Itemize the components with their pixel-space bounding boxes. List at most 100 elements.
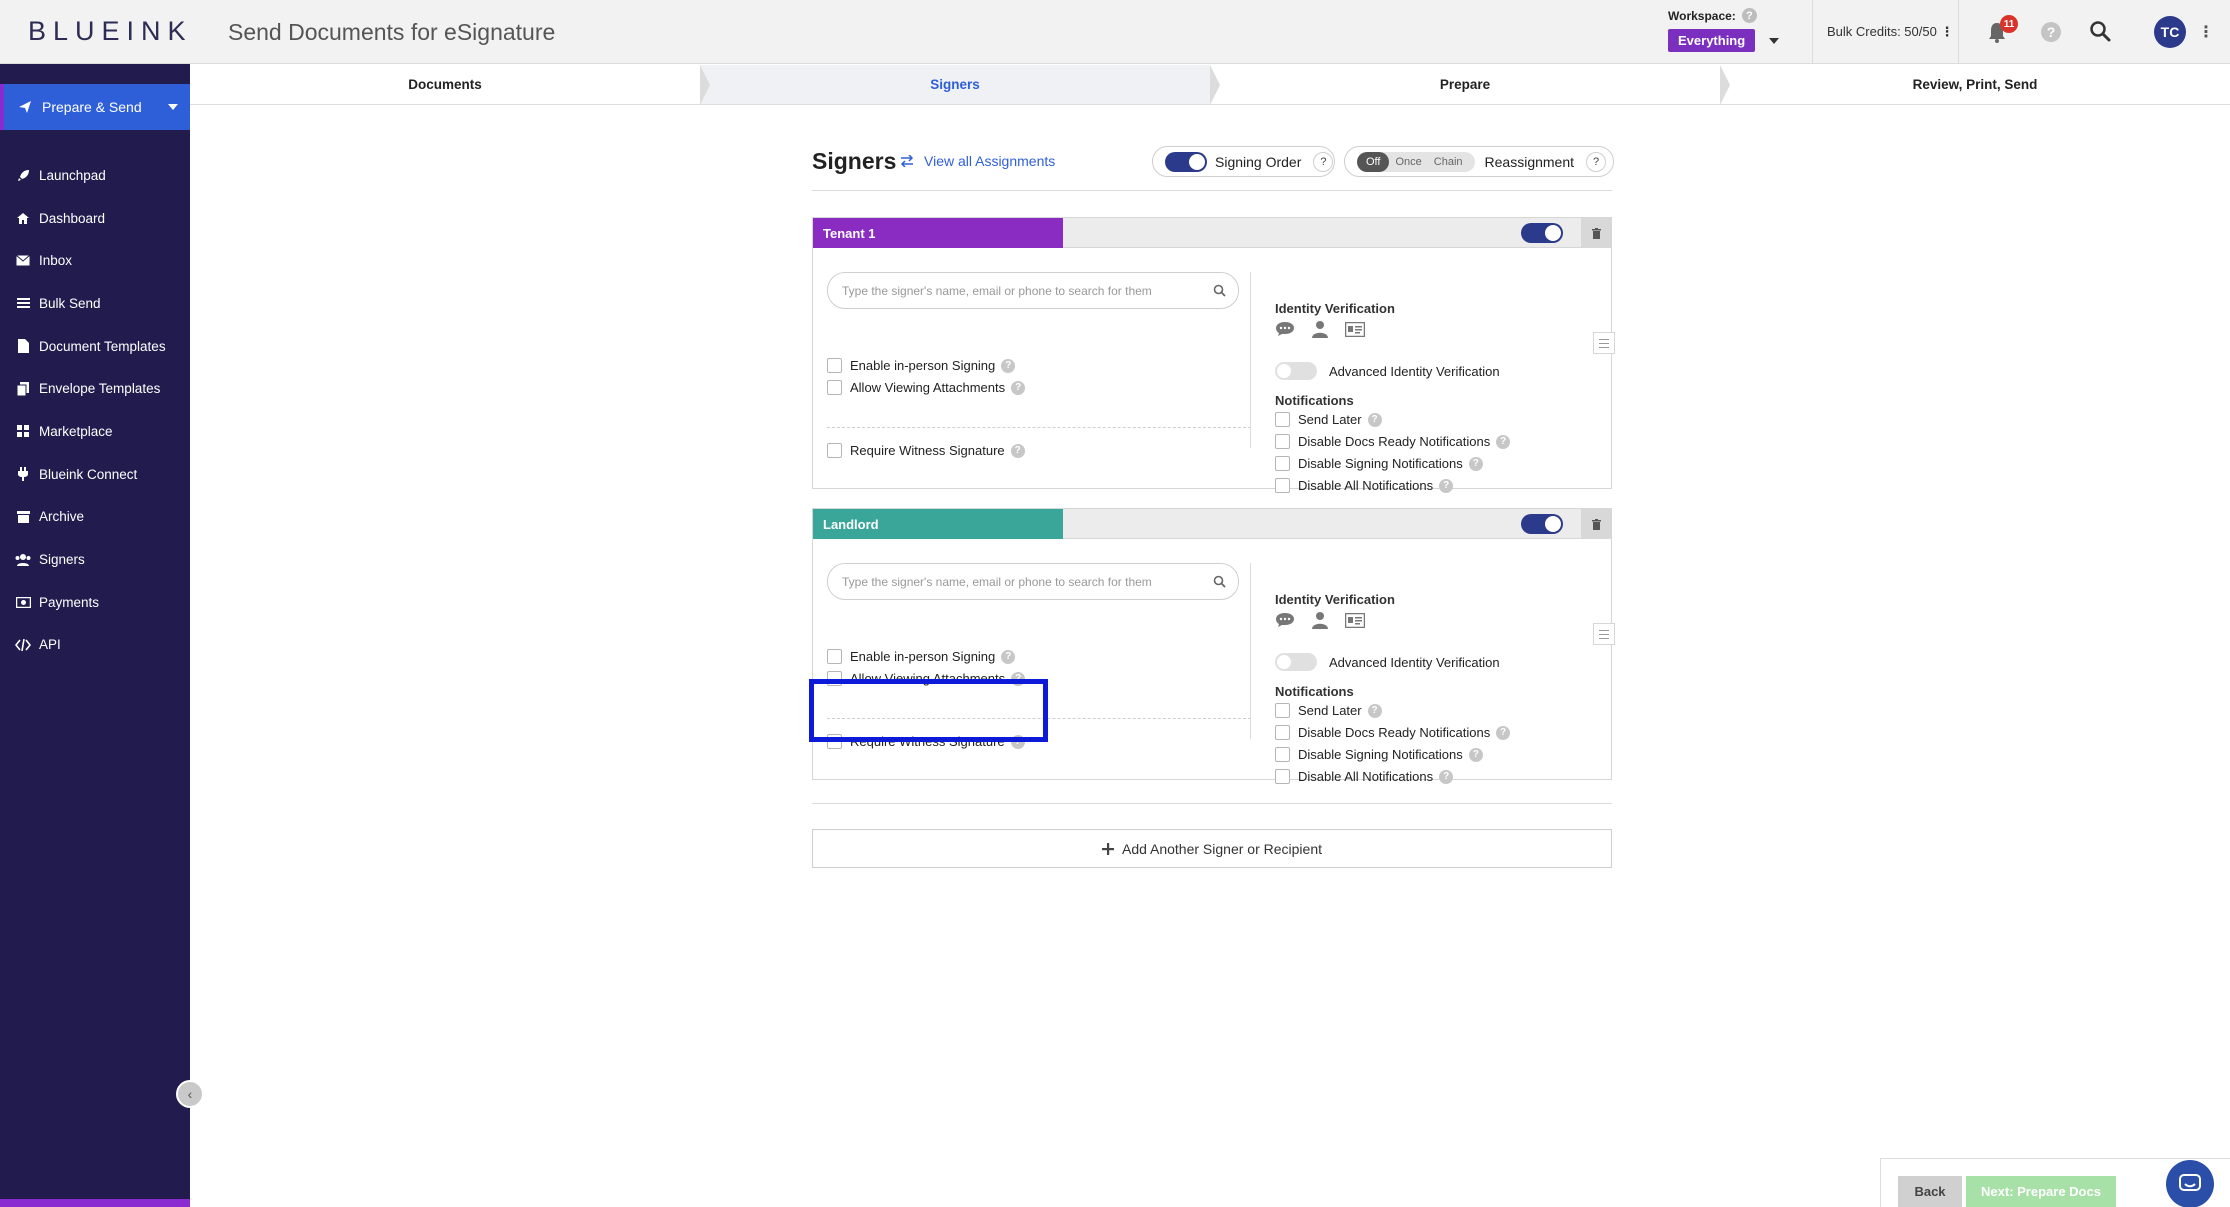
sidebar-item-label: Marketplace bbox=[39, 423, 113, 439]
signer-enabled-toggle[interactable] bbox=[1521, 514, 1563, 534]
disable-docs-ready-checkbox[interactable] bbox=[1275, 434, 1290, 449]
sidebar-item-label: Envelope Templates bbox=[39, 381, 161, 397]
trash-icon[interactable] bbox=[1581, 218, 1611, 248]
signer-search-input[interactable]: Type the signer's name, email or phone t… bbox=[827, 272, 1239, 309]
id-card-icon[interactable] bbox=[1345, 321, 1365, 337]
search-icon[interactable] bbox=[2089, 20, 2111, 42]
sidebar-item-prepare-send[interactable]: Prepare & Send bbox=[0, 84, 190, 130]
sidebar-item-signers[interactable]: Signers bbox=[0, 538, 190, 581]
add-signer-button[interactable]: Add Another Signer or Recipient bbox=[812, 829, 1612, 868]
reassign-option-off[interactable]: Off bbox=[1357, 151, 1390, 172]
signing-order-toggle[interactable] bbox=[1165, 151, 1207, 172]
drag-handle-icon[interactable] bbox=[1593, 332, 1615, 354]
app-header: BLUEINK Send Documents for eSignature Wo… bbox=[0, 0, 2230, 64]
chat-launcher-button[interactable] bbox=[2166, 1160, 2214, 1207]
reassign-option-chain[interactable]: Chain bbox=[1428, 156, 1469, 168]
signing-order-help-icon[interactable]: ? bbox=[1313, 151, 1334, 172]
sidebar-item-bulk-send[interactable]: Bulk Send bbox=[0, 282, 190, 325]
sidebar-item-label: Launchpad bbox=[39, 167, 106, 183]
signer-enabled-toggle[interactable] bbox=[1521, 223, 1563, 243]
sidebar-item-dashboard[interactable]: Dashboard bbox=[0, 197, 190, 240]
blueink-logo[interactable]: BLUEINK bbox=[28, 16, 193, 47]
signing-order-label: Signing Order bbox=[1215, 153, 1302, 170]
sidebar-item-envelope-templates[interactable]: Envelope Templates bbox=[0, 367, 190, 410]
reassignment-help-icon[interactable]: ? bbox=[1586, 151, 1607, 172]
page-title: Send Documents for eSignature bbox=[228, 19, 556, 45]
sms-icon[interactable] bbox=[1275, 321, 1295, 337]
workspace-dropdown[interactable]: Everything bbox=[1668, 29, 1756, 52]
sidebar-item-marketplace[interactable]: Marketplace bbox=[0, 410, 190, 453]
next-prepare-docs-button[interactable]: Next: Prepare Docs bbox=[1966, 1176, 2116, 1207]
reassignment-control: Off Once Chain Reassignment ? bbox=[1344, 146, 1614, 177]
list-icon bbox=[15, 296, 31, 310]
disable-all-checkbox[interactable] bbox=[1275, 769, 1290, 784]
divider bbox=[812, 190, 1612, 191]
sidebar-item-label: Blueink Connect bbox=[39, 466, 138, 482]
drag-handle-icon[interactable] bbox=[1593, 623, 1615, 645]
sms-icon[interactable] bbox=[1275, 612, 1295, 628]
allow-attachments-checkbox[interactable] bbox=[827, 380, 842, 395]
help-icon[interactable]: ? bbox=[1011, 380, 1026, 395]
help-icon[interactable]: ? bbox=[1468, 747, 1483, 762]
help-icon[interactable]: ? bbox=[1468, 456, 1483, 471]
enable-in-person-checkbox[interactable] bbox=[827, 358, 842, 373]
enable-in-person-checkbox[interactable] bbox=[827, 649, 842, 664]
step-documents[interactable]: Documents bbox=[190, 65, 710, 105]
signer-search-input[interactable]: Type the signer's name, email or phone t… bbox=[827, 563, 1239, 600]
chat-icon bbox=[2179, 1174, 2201, 1191]
help-icon[interactable]: ? bbox=[1001, 649, 1016, 664]
sidebar-item-label: Document Templates bbox=[39, 338, 166, 354]
advanced-idv-toggle[interactable] bbox=[1275, 653, 1317, 671]
help-icon[interactable]: ? bbox=[1367, 412, 1382, 427]
workspace-help-icon[interactable]: ? bbox=[1741, 8, 1757, 23]
person-icon[interactable] bbox=[1311, 320, 1329, 338]
person-icon[interactable] bbox=[1311, 611, 1329, 629]
sidebar-item-api[interactable]: API bbox=[0, 624, 190, 667]
avatar[interactable]: TC bbox=[2154, 16, 2186, 48]
bulk-credits[interactable]: Bulk Credits: 50/50 ⋮ bbox=[1827, 24, 1953, 40]
advanced-idv-toggle[interactable] bbox=[1275, 362, 1317, 380]
disable-signing-checkbox[interactable] bbox=[1275, 456, 1290, 471]
help-icon[interactable]: ? bbox=[1496, 434, 1511, 449]
back-button[interactable]: Back bbox=[1898, 1176, 1962, 1207]
sidebar-item-payments[interactable]: Payments bbox=[0, 581, 190, 624]
help-icon[interactable]: ? bbox=[1439, 769, 1454, 784]
collapse-sidebar-button[interactable]: ‹ bbox=[176, 1080, 204, 1108]
sidebar: Prepare & Send Launchpad Dashboard Inbox… bbox=[0, 64, 190, 1207]
sidebar-item-label: API bbox=[39, 637, 61, 653]
disable-all-checkbox[interactable] bbox=[1275, 478, 1290, 493]
sidebar-accent-strip bbox=[0, 1199, 190, 1207]
id-card-icon[interactable] bbox=[1345, 612, 1365, 628]
enable-in-person-row: Enable in-person Signing ? bbox=[827, 358, 1016, 373]
step-review-print-send[interactable]: Review, Print, Send bbox=[1720, 65, 2230, 104]
help-icon[interactable]: ? bbox=[1010, 443, 1025, 458]
step-prepare[interactable]: Prepare bbox=[1210, 65, 1730, 105]
workspace-selector: Workspace: ? Everything bbox=[1668, 8, 1780, 52]
chevron-down-icon[interactable] bbox=[1769, 37, 1780, 44]
trash-icon[interactable] bbox=[1581, 509, 1611, 539]
sidebar-nav: Launchpad Dashboard Inbox Bulk Send Docu… bbox=[0, 154, 190, 666]
help-icon[interactable]: ? bbox=[1367, 703, 1382, 718]
sidebar-item-document-templates[interactable]: Document Templates bbox=[0, 325, 190, 368]
sidebar-item-archive[interactable]: Archive bbox=[0, 496, 190, 539]
require-witness-checkbox[interactable] bbox=[827, 443, 842, 458]
notification-count-badge: 11 bbox=[2000, 15, 2018, 33]
disable-signing-checkbox[interactable] bbox=[1275, 747, 1290, 762]
send-later-checkbox[interactable] bbox=[1275, 703, 1290, 718]
sidebar-item-launchpad[interactable]: Launchpad bbox=[0, 154, 190, 197]
send-later-checkbox[interactable] bbox=[1275, 412, 1290, 427]
send-later-row: Send Later ? bbox=[1275, 412, 1382, 427]
help-icon[interactable]: ? bbox=[2041, 22, 2061, 42]
help-icon[interactable]: ? bbox=[1439, 478, 1454, 493]
help-icon[interactable]: ? bbox=[1001, 358, 1016, 373]
sidebar-item-inbox[interactable]: Inbox bbox=[0, 239, 190, 282]
more-options-icon[interactable]: ⋮ bbox=[2198, 22, 2214, 42]
view-all-assignments-link[interactable]: View all Assignments bbox=[900, 153, 1055, 169]
help-icon[interactable]: ? bbox=[1496, 725, 1511, 740]
step-signers[interactable]: Signers bbox=[700, 65, 1220, 105]
sidebar-item-blueink-connect[interactable]: Blueink Connect bbox=[0, 453, 190, 496]
reassign-option-once[interactable]: Once bbox=[1389, 156, 1427, 168]
role-label: Tenant 1 bbox=[813, 218, 1063, 248]
sidebar-item-label: Archive bbox=[39, 509, 85, 525]
disable-docs-ready-checkbox[interactable] bbox=[1275, 725, 1290, 740]
